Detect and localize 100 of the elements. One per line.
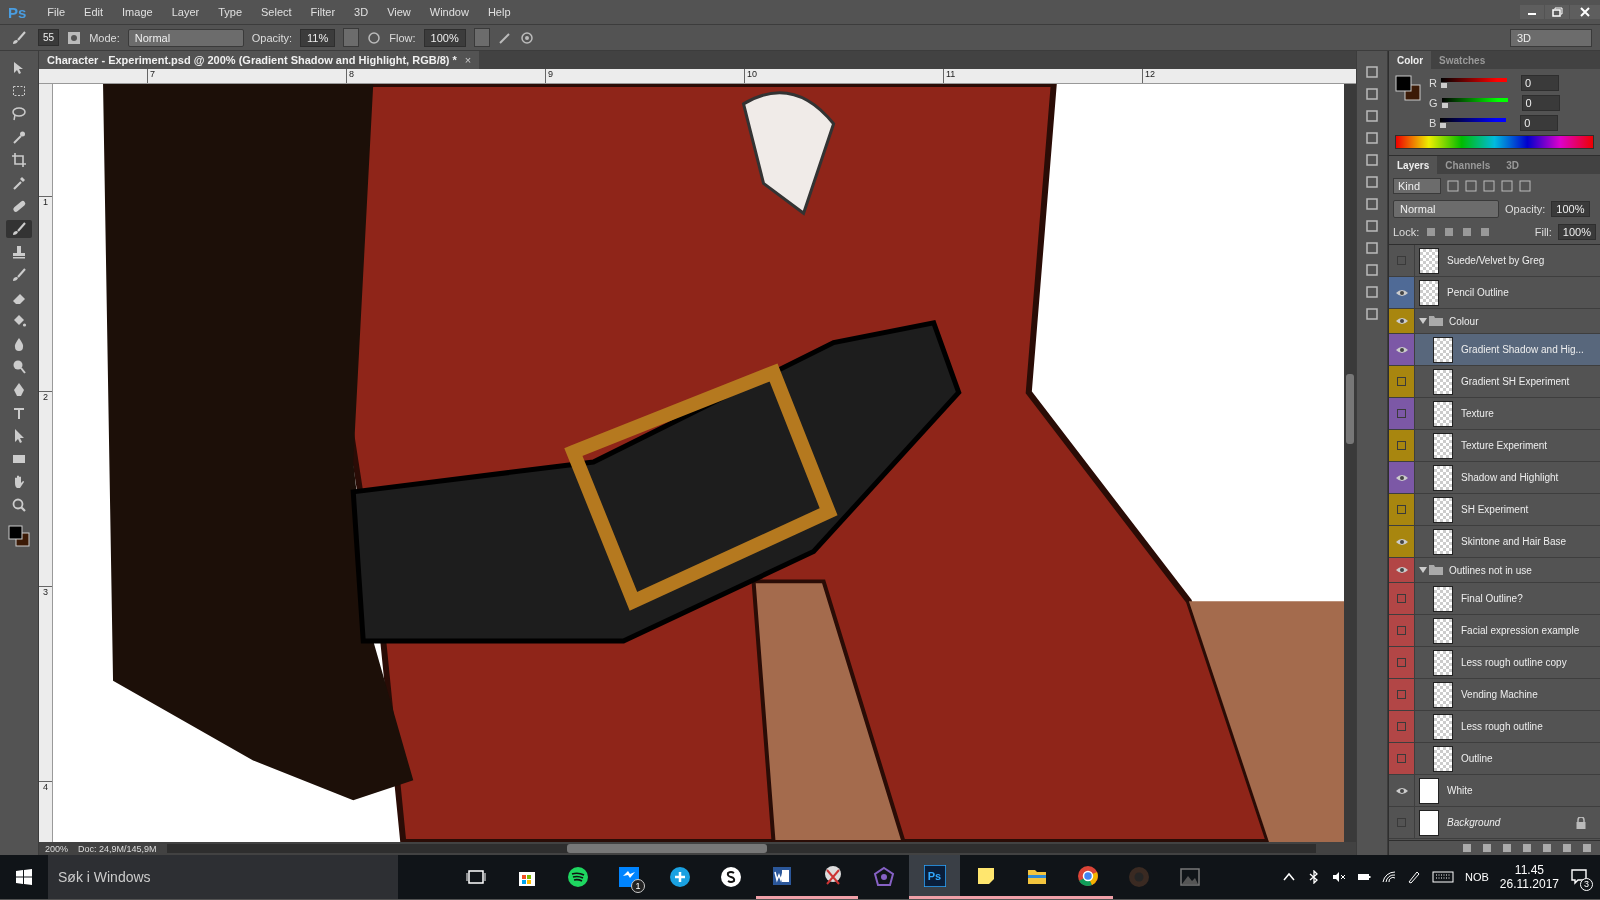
airbrush-icon[interactable] (497, 30, 512, 45)
scrollbar[interactable] (166, 844, 1316, 853)
mode-dropdown[interactable]: Normal (127, 28, 244, 47)
channel-value-field[interactable]: 0 (1520, 115, 1559, 131)
blend-mode-dropdown[interactable]: Normal (1393, 200, 1499, 218)
brush-icon[interactable] (11, 267, 27, 283)
visibility-checkbox[interactable] (1397, 594, 1406, 603)
stamp-icon[interactable] (11, 244, 27, 260)
menu-item[interactable]: Filter (301, 6, 346, 18)
visibility-checkbox[interactable] (1397, 722, 1406, 731)
magnifier-lens-icon[interactable] (11, 359, 27, 375)
channel-slider[interactable] (1440, 118, 1507, 128)
muted-speaker-icon[interactable] (1332, 870, 1346, 884)
pen-icon[interactable] (1407, 870, 1421, 884)
visibility-checkbox[interactable] (1397, 690, 1406, 699)
panel-tab[interactable]: Swatches (1431, 51, 1494, 69)
eye-icon[interactable] (1395, 566, 1408, 574)
crop-icon[interactable] (11, 152, 27, 168)
layer-row[interactable]: Vending Machine (1389, 679, 1600, 711)
visibility-checkbox[interactable] (1397, 256, 1406, 265)
layer-row[interactable]: White (1389, 775, 1600, 807)
panel-tab[interactable]: Color (1389, 51, 1432, 69)
visibility-checkbox[interactable] (1397, 818, 1406, 827)
menu-item[interactable]: Type (209, 6, 253, 18)
eye-icon[interactable] (1395, 317, 1408, 325)
layer-row[interactable]: Pencil Outline (1389, 277, 1600, 309)
menu-item[interactable]: Window (420, 6, 479, 18)
taskbar-button[interactable]: Ps (909, 855, 960, 899)
marquee-icon[interactable] (11, 83, 27, 99)
workspace-dropdown[interactable]: 3D (1509, 28, 1592, 47)
menu-item[interactable]: File (38, 6, 76, 18)
close-icon[interactable] (1570, 5, 1600, 19)
panel-tab[interactable]: 3D (1498, 156, 1528, 174)
visibility-checkbox[interactable] (1397, 626, 1406, 635)
panel-tab[interactable]: Layers (1389, 156, 1438, 174)
layer-row[interactable]: Suede/Velvet by Greg (1389, 245, 1600, 277)
visibility-checkbox[interactable] (1397, 441, 1406, 450)
search-field[interactable]: Søk i Windows (48, 855, 398, 899)
eye-icon[interactable] (1395, 537, 1408, 546)
eye-icon[interactable] (1395, 473, 1408, 482)
menu-item[interactable]: 3D (345, 6, 379, 18)
wand-icon[interactable] (11, 129, 27, 145)
keyboard-icon[interactable] (1432, 870, 1454, 884)
brush-panel-icon[interactable] (67, 30, 82, 45)
visibility-checkbox[interactable] (1397, 658, 1406, 667)
layer-row[interactable]: Less rough outline copy (1389, 647, 1600, 679)
windows-logo-icon[interactable] (16, 869, 32, 885)
taskbar-button[interactable]: 1 (603, 855, 654, 899)
pressure-icon[interactable] (519, 30, 534, 45)
menu-item[interactable]: Edit (75, 6, 114, 18)
layer-row[interactable]: Less rough outline (1389, 711, 1600, 743)
channel-value-field[interactable]: 0 (1520, 75, 1559, 91)
restore-icon[interactable] (1545, 5, 1569, 19)
language-indicator[interactable]: NOB (1465, 871, 1489, 883)
channel-slider[interactable] (1441, 98, 1508, 108)
layer-row[interactable]: Facial expression example (1389, 615, 1600, 647)
notification-icon[interactable] (1570, 867, 1588, 885)
visibility-checkbox[interactable] (1397, 754, 1406, 763)
wifi-icon[interactable] (1382, 870, 1396, 884)
layer-row[interactable]: Outline (1389, 743, 1600, 775)
flow-field[interactable]: 100% (423, 28, 466, 47)
opacity-field[interactable]: 100% (1551, 201, 1590, 217)
opacity-field[interactable]: 11% (300, 28, 336, 47)
color-spectrum[interactable] (1395, 135, 1594, 149)
visibility-checkbox[interactable] (1397, 505, 1406, 514)
eye-icon[interactable] (1395, 288, 1408, 297)
color-swatches-icon[interactable] (1395, 75, 1421, 101)
slider-thumb[interactable] (1440, 83, 1447, 88)
layer-group[interactable]: Outlines not in use (1389, 558, 1600, 583)
layer-row[interactable]: Background (1389, 807, 1600, 839)
layer-row[interactable]: Texture (1389, 398, 1600, 430)
layer-row[interactable]: Final Outline? (1389, 583, 1600, 615)
filter-dropdown[interactable]: Kind (1393, 178, 1442, 194)
color-swatches-icon[interactable] (8, 525, 30, 547)
brush-icon[interactable] (11, 221, 27, 237)
layer-row[interactable]: Gradient Shadow and Hig... (1389, 334, 1600, 366)
layer-row[interactable]: Gradient SH Experiment (1389, 366, 1600, 398)
eye-icon[interactable] (1395, 345, 1408, 354)
minimize-icon[interactable] (1520, 5, 1544, 19)
document-tab[interactable]: Character - Experiment.psd @ 200% (Gradient Shadow and Highlight, RGB/8) * × (39, 51, 480, 69)
slider-thumb[interactable] (1440, 123, 1447, 128)
layer-row[interactable]: Skintone and Hair Base (1389, 526, 1600, 558)
pressure-icon[interactable] (367, 30, 382, 45)
panel-tab[interactable]: Channels (1437, 156, 1499, 174)
caret-icon[interactable] (1419, 317, 1427, 325)
layer-row[interactable]: SH Experiment (1389, 494, 1600, 526)
menu-item[interactable]: View (378, 6, 421, 18)
menu-item[interactable]: Layer (162, 6, 210, 18)
type-icon[interactable] (11, 405, 27, 421)
channel-value-field[interactable]: 0 (1521, 95, 1560, 111)
visibility-checkbox[interactable] (1397, 409, 1406, 418)
menu-item[interactable]: Help (478, 6, 521, 18)
layer-row[interactable]: Shadow and Highlight (1389, 462, 1600, 494)
channel-slider[interactable] (1440, 78, 1507, 88)
eyedropper-icon[interactable] (11, 175, 27, 191)
menu-item[interactable]: Image (113, 6, 163, 18)
lasso-icon[interactable] (11, 106, 27, 122)
eye-icon[interactable] (1395, 786, 1408, 795)
visibility-checkbox[interactable] (1397, 377, 1406, 386)
menu-item[interactable]: Select (252, 6, 302, 18)
